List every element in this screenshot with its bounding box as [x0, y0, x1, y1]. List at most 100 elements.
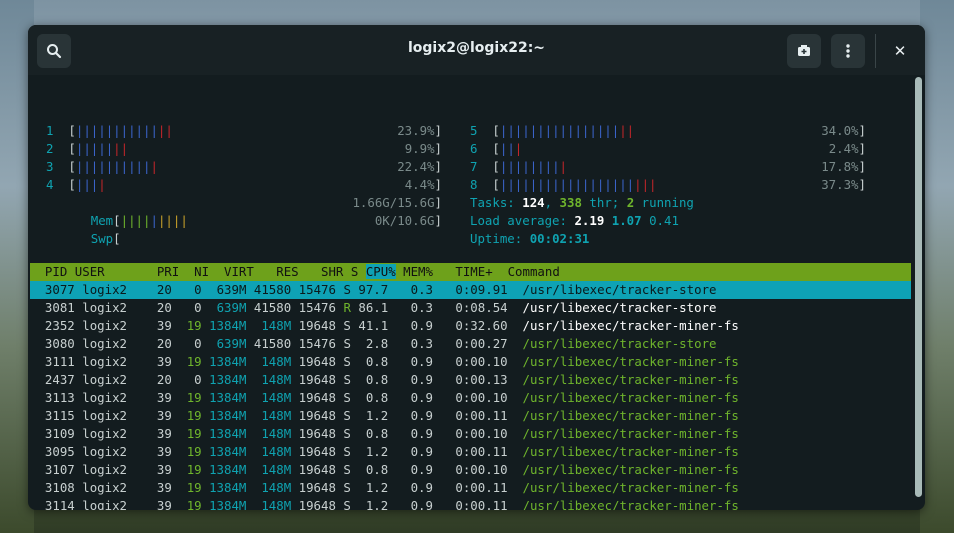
cpu-cell: 1.2 — [365, 498, 389, 510]
menu-button[interactable] — [831, 34, 865, 68]
close-button[interactable]: ✕ — [883, 34, 917, 68]
col-s[interactable]: S — [351, 264, 358, 279]
process-row[interactable]: 3111 logix2 39 19 1384M 148M 19648 S 0.8… — [30, 353, 739, 371]
kebab-menu-icon — [846, 44, 850, 58]
shr-cell: 19648 — [298, 426, 336, 441]
col-user[interactable]: USER — [75, 264, 105, 279]
virt-cell: 1384M — [209, 390, 247, 405]
process-row[interactable]: 3095 logix2 39 19 1384M 148M 19648 S 1.2… — [30, 443, 739, 461]
command-cell: /usr/libexec/tracker-store — [522, 300, 717, 315]
load-15min: 0.41 — [649, 213, 679, 228]
pri-cell: 39 — [156, 318, 172, 333]
pid-cell: 3109 — [44, 426, 75, 441]
res-cell: 148M — [261, 462, 292, 477]
cpu-usage-text: 17.8% — [821, 159, 859, 174]
command-cell: /usr/libexec/tracker-miner-fs — [522, 354, 739, 369]
cpu-cell: 41.1 — [358, 318, 389, 333]
process-table-header[interactable]: PID USER PRI NI VIRT RES SHR S CPU% MEM%… — [30, 263, 911, 281]
time-cell: 0:00.11 — [455, 498, 508, 510]
cpu-id: 2 — [46, 141, 54, 156]
scrollbar[interactable] — [915, 77, 922, 497]
mem-cell: 0.9 — [410, 444, 433, 459]
process-row[interactable]: 2437 logix2 20 0 1384M 148M 19648 S 0.8 … — [30, 371, 739, 389]
mem-cell: 0.3 — [410, 282, 433, 297]
new-tab-button[interactable] — [787, 34, 821, 68]
col-command[interactable]: Command — [508, 264, 560, 279]
res-cell: 148M — [261, 354, 292, 369]
process-row[interactable]: 3077 logix2 20 0 639M 41580 15476 S 97.7… — [30, 281, 911, 299]
virt-cell: 1384M — [209, 408, 247, 423]
mem-cell: 0.9 — [410, 480, 433, 495]
col-pid[interactable]: PID — [30, 264, 67, 279]
cpu-usage-text: 23.9% — [397, 123, 435, 138]
ni-cell: 0 — [194, 300, 202, 315]
mem-cell: 0.3 — [410, 336, 433, 351]
virt-cell: 1384M — [209, 354, 247, 369]
shr-cell: 19648 — [298, 318, 336, 333]
state-cell: S — [343, 372, 351, 387]
process-row[interactable]: 3109 logix2 39 19 1384M 148M 19648 S 0.8… — [30, 425, 739, 443]
new-tab-icon — [798, 45, 810, 56]
res-cell: 148M — [261, 408, 292, 423]
process-row[interactable]: 3107 logix2 39 19 1384M 148M 19648 S 0.8… — [30, 461, 739, 479]
command-cell: /usr/libexec/tracker-miner-fs — [522, 408, 739, 423]
cpu-id: 3 — [46, 159, 54, 174]
cpu-meter-6: 6 [||| — [470, 141, 523, 156]
shr-cell: 19648 — [298, 498, 336, 510]
running-count: 2 — [626, 195, 635, 210]
time-cell: 0:00.10 — [455, 462, 508, 477]
mem-cell: 0.9 — [410, 372, 433, 387]
time-cell: 0:08.54 — [455, 300, 508, 315]
col-res[interactable]: RES — [276, 264, 298, 279]
command-cell: /usr/libexec/tracker-miner-fs — [522, 480, 739, 495]
ni-cell: 19 — [186, 354, 202, 369]
shr-cell: 19648 — [298, 408, 336, 423]
pid-cell: 3081 — [44, 300, 75, 315]
ni-cell: 19 — [186, 408, 202, 423]
load-5min: 1.07 — [611, 213, 642, 228]
time-cell: 0:00.27 — [455, 336, 508, 351]
process-row[interactable]: 3115 logix2 39 19 1384M 148M 19648 S 1.2… — [30, 407, 739, 425]
swp-label: Swp — [90, 231, 114, 246]
tasks-count: 124 — [522, 195, 545, 210]
user-cell: logix2 — [82, 318, 127, 333]
pid-cell: 3095 — [44, 444, 75, 459]
col-ni[interactable]: NI — [194, 264, 209, 279]
pri-cell: 39 — [156, 498, 172, 510]
state-cell: S — [343, 444, 351, 459]
uptime-label: Uptime: — [470, 231, 523, 246]
col-mem[interactable]: MEM% — [403, 264, 433, 279]
virt-cell: 639M — [216, 282, 247, 297]
pid-cell: 3115 — [44, 408, 75, 423]
process-row[interactable]: 3081 logix2 20 0 639M 41580 15476 R 86.1… — [30, 299, 717, 317]
uptime-line: Uptime: 00:02:31 — [470, 230, 589, 248]
mem-cell: 0.9 — [410, 390, 433, 405]
process-row[interactable]: 2352 logix2 39 19 1384M 148M 19648 S 41.… — [30, 317, 739, 335]
col-shr[interactable]: SHR — [321, 264, 343, 279]
virt-cell: 1384M — [209, 372, 247, 387]
ni-cell: 0 — [194, 282, 202, 297]
user-cell: logix2 — [82, 498, 127, 510]
state-cell: S — [343, 282, 351, 297]
process-row[interactable]: 3108 logix2 39 19 1384M 148M 19648 S 1.2… — [30, 479, 739, 497]
col-cpu[interactable]: CPU% — [365, 264, 396, 279]
pri-cell: 39 — [156, 390, 172, 405]
res-cell: 148M — [261, 390, 292, 405]
state-cell: S — [343, 498, 351, 510]
state-cell: S — [343, 462, 351, 477]
cpu-usage-5: 34.0%] — [821, 123, 866, 138]
process-row[interactable]: 3113 logix2 39 19 1384M 148M 19648 S 0.8… — [30, 389, 739, 407]
cpu-usage-4: 4.4%] — [404, 177, 442, 192]
terminal-area[interactable]: 1 [||||||||||||| 23.9%] 2 [||||||| 9.9%] 3 [… — [28, 75, 925, 510]
col-pri[interactable]: PRI — [157, 264, 179, 279]
time-cell: 0:00.10 — [455, 426, 508, 441]
process-row[interactable]: 3080 logix2 20 0 639M 41580 15476 S 2.8 … — [30, 335, 717, 353]
res-cell: 148M — [261, 444, 292, 459]
col-virt[interactable]: VIRT — [224, 264, 254, 279]
state-cell: S — [343, 318, 351, 333]
col-time[interactable]: TIME+ — [455, 264, 492, 279]
cpu-id: 5 — [470, 123, 478, 138]
process-row[interactable]: 3114 logix2 39 19 1384M 148M 19648 S 1.2… — [30, 497, 739, 510]
cpu-cell: 0.8 — [365, 390, 389, 405]
pri-cell: 39 — [156, 462, 172, 477]
